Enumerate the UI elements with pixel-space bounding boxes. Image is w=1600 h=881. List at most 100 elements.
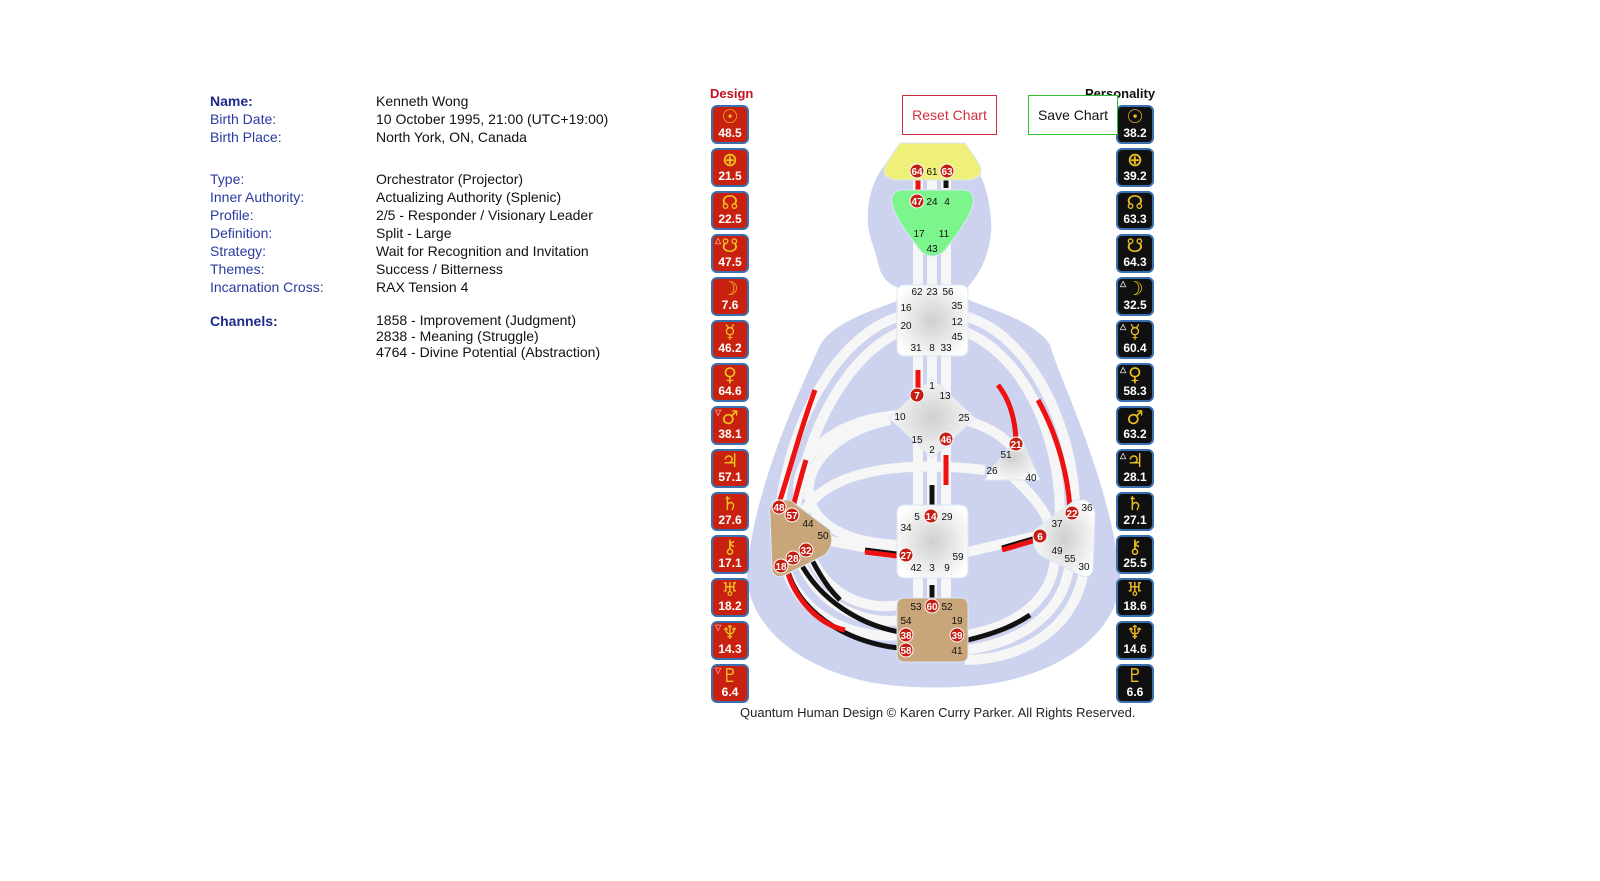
- planet-gate-value: 7.6: [721, 298, 739, 312]
- gate-number: 17: [913, 229, 925, 240]
- planet-gate-value: 32.5: [1123, 298, 1147, 312]
- gate-number: 34: [900, 523, 912, 534]
- planet-gate-value: 48.5: [718, 126, 742, 140]
- gate-number: 42: [910, 563, 922, 574]
- gate-number: 56: [942, 287, 954, 298]
- design-planet-pluto[interactable]: ▽ ♇ 6.4: [711, 664, 749, 703]
- copyright-footer: Quantum Human Design © Karen Curry Parke…: [740, 705, 1136, 720]
- gate-number: 1: [929, 381, 935, 392]
- aspect-mark-icon: ▽: [715, 623, 722, 632]
- personality-planets: ☉ 38.2 ⊕ 39.2 ☊ 63.3 ☋ 64.3 △ ☽ 32.5 △ ☿ 60.4 △ ♀ 58.3 ♂ 6…: [1116, 105, 1154, 703]
- reset-chart-button[interactable]: Reset Chart: [902, 95, 997, 135]
- personality-planet-pluto[interactable]: ♇ 6.6: [1116, 664, 1154, 703]
- gate-number: 13: [939, 391, 951, 402]
- gate-number: 22: [1066, 509, 1078, 520]
- personality-planet-sun[interactable]: ☉ 38.2: [1116, 105, 1154, 144]
- gate-number: 35: [951, 301, 963, 312]
- design-planet-north-node[interactable]: ☊ 22.5: [711, 191, 749, 230]
- planet-gate-value: 6.4: [721, 685, 739, 699]
- design-planet-south-node[interactable]: △ ☋ 47.5: [711, 234, 749, 273]
- design-planet-venus[interactable]: ♀ 64.6: [711, 363, 749, 402]
- center-sacral: 5 14 29 34 27 59 42 3 9: [896, 504, 969, 579]
- aspect-mark-icon: △: [1120, 279, 1127, 288]
- gate-number: 26: [986, 466, 998, 477]
- gate-number: 31: [910, 343, 922, 354]
- personality-planet-earth[interactable]: ⊕ 39.2: [1116, 148, 1154, 187]
- gate-number: 41: [951, 646, 963, 657]
- save-chart-button[interactable]: Save Chart: [1028, 95, 1118, 135]
- planet-gate-value: 21.5: [718, 169, 742, 183]
- planet-gate-value: 18.2: [718, 599, 742, 613]
- gate-number: 27: [900, 551, 912, 562]
- planet-gate-value: 14.6: [1123, 642, 1147, 656]
- jupiter-icon: ♃: [721, 450, 739, 472]
- design-planet-sun[interactable]: ☉ 48.5: [711, 105, 749, 144]
- bodygraph: 64 61 6347 24 417 114362 23 5616 3520 124531 8 3317…: [746, 142, 1121, 688]
- planet-gate-value: 58.3: [1123, 384, 1147, 398]
- design-planet-mercury[interactable]: ☿ 46.2: [711, 320, 749, 359]
- design-planet-moon[interactable]: ☽ 7.6: [711, 277, 749, 316]
- design-planet-neptune[interactable]: ▽ ♆ 14.3: [711, 621, 749, 660]
- gate-number: 38: [900, 631, 912, 642]
- gate-number: 2: [929, 445, 935, 456]
- aspect-mark-icon: △: [1120, 365, 1127, 374]
- personality-planet-neptune[interactable]: ♆ 14.6: [1116, 621, 1154, 660]
- design-planets: ☉ 48.5 ⊕ 21.5 ☊ 22.5 △ ☋ 47.5 ☽ 7.6 ☿ 46.2 ♀ 64.6 ▽ ♂ 38.…: [711, 105, 749, 703]
- gate-number: 4: [944, 197, 950, 208]
- personality-planet-saturn[interactable]: ♄ 27.1: [1116, 492, 1154, 531]
- personality-planet-venus[interactable]: △ ♀ 58.3: [1116, 363, 1154, 402]
- gate-number: 24: [926, 197, 938, 208]
- personality-planet-mercury[interactable]: △ ☿ 60.4: [1116, 320, 1154, 359]
- design-planet-jupiter[interactable]: ♃ 57.1: [711, 449, 749, 488]
- planet-gate-value: 27.1: [1123, 513, 1147, 527]
- design-planet-chiron[interactable]: ⚷ 17.1: [711, 535, 749, 574]
- chiron-icon: ⚷: [1128, 536, 1142, 558]
- earth-icon: ⊕: [722, 149, 738, 171]
- planet-gate-value: 63.3: [1123, 212, 1147, 226]
- uranus-icon: ♅: [1126, 579, 1144, 601]
- personality-planet-mars[interactable]: ♂ 63.2: [1116, 406, 1154, 445]
- gate-number: 23: [926, 287, 938, 298]
- gate-number: 54: [900, 616, 912, 627]
- planet-gate-value: 63.2: [1123, 427, 1147, 441]
- gate-number: 7: [914, 391, 920, 402]
- personality-planet-south-node[interactable]: ☋ 64.3: [1116, 234, 1154, 273]
- gate-number: 52: [941, 602, 953, 613]
- design-planet-earth[interactable]: ⊕ 21.5: [711, 148, 749, 187]
- gate-number: 48: [773, 503, 785, 514]
- gate-number: 39: [951, 631, 963, 642]
- gate-number: 30: [1078, 562, 1090, 573]
- gate-number: 19: [951, 616, 963, 627]
- gate-number: 10: [894, 412, 906, 423]
- gate-number: 36: [1081, 503, 1093, 514]
- personality-planet-uranus[interactable]: ♅ 18.6: [1116, 578, 1154, 617]
- planet-gate-value: 22.5: [718, 212, 742, 226]
- pluto-icon: ♇: [1126, 665, 1144, 687]
- personality-planet-jupiter[interactable]: △ ♃ 28.1: [1116, 449, 1154, 488]
- gate-number: 18: [775, 562, 787, 573]
- north-node-icon: ☊: [1126, 192, 1144, 214]
- gate-number: 43: [926, 244, 938, 255]
- gate-number: 55: [1064, 554, 1076, 565]
- mercury-icon: ☿: [724, 321, 736, 343]
- aspect-mark-icon: ▽: [715, 666, 722, 675]
- gate-number: 59: [952, 552, 964, 563]
- design-planet-mars[interactable]: ▽ ♂ 38.1: [711, 406, 749, 445]
- gate-number: 28: [787, 554, 799, 565]
- planet-gate-value: 64.6: [718, 384, 742, 398]
- gate-number: 11: [939, 229, 950, 240]
- chiron-icon: ⚷: [723, 536, 737, 558]
- gate-number: 44: [802, 519, 814, 530]
- moon-icon: ☽: [721, 278, 739, 300]
- design-planet-uranus[interactable]: ♅ 18.2: [711, 578, 749, 617]
- personality-planet-moon[interactable]: △ ☽ 32.5: [1116, 277, 1154, 316]
- sun-icon: ☉: [1126, 106, 1144, 128]
- gate-number: 29: [941, 512, 953, 523]
- gate-number: 8: [929, 343, 935, 354]
- design-planet-saturn[interactable]: ♄ 27.6: [711, 492, 749, 531]
- aspect-mark-icon: △: [715, 236, 722, 245]
- planet-gate-value: 14.3: [718, 642, 742, 656]
- center-head: 64 61 63: [883, 142, 982, 181]
- personality-planet-chiron[interactable]: ⚷ 25.5: [1116, 535, 1154, 574]
- personality-planet-north-node[interactable]: ☊ 63.3: [1116, 191, 1154, 230]
